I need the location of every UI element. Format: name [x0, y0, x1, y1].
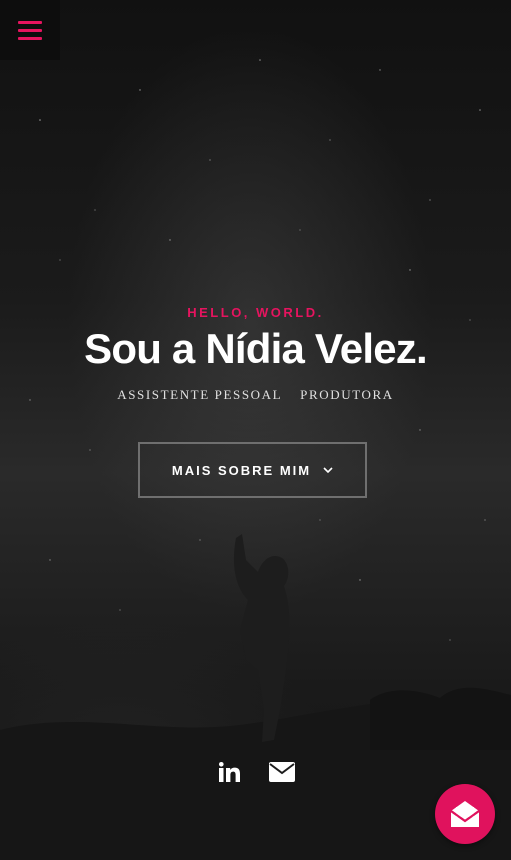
- email-link[interactable]: [268, 760, 295, 784]
- menu-button[interactable]: [0, 0, 60, 60]
- about-me-button-label: MAIS SOBRE MIM: [171, 462, 312, 478]
- chevron-down-icon: [323, 466, 333, 473]
- linkedin-icon: [218, 762, 240, 782]
- linkedin-link[interactable]: [217, 760, 243, 784]
- role-item: ASSISTENTE PESSOAL: [117, 387, 283, 402]
- hero-tagline: HELLO, WORLD.: [187, 305, 324, 320]
- social-links: [0, 760, 511, 784]
- open-envelope-icon: [450, 801, 480, 827]
- envelope-icon: [268, 762, 295, 782]
- hamburger-menu-icon: [18, 20, 42, 40]
- contact-fab-button[interactable]: [435, 784, 495, 844]
- hero-roles: ASSISTENTE PESSOAL PRODUTORA: [0, 387, 511, 403]
- role-item: PRODUTORA: [300, 387, 394, 402]
- about-me-button[interactable]: MAIS SOBRE MIM: [138, 442, 367, 498]
- hero-headline: Sou a Nídia Velez.: [84, 325, 428, 372]
